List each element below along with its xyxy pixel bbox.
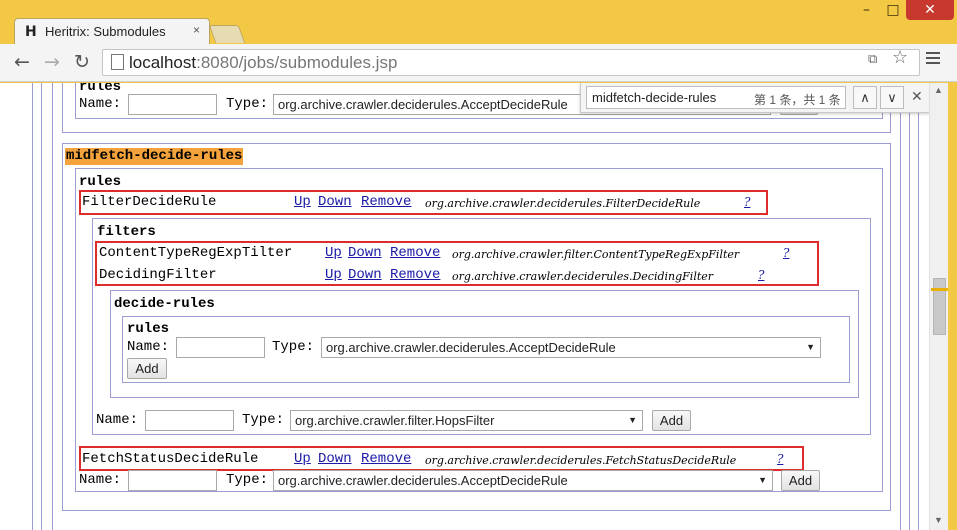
inner-rule-type-select[interactable]: org.archive.crawler.deciderules.AcceptDe… [321, 337, 821, 358]
highlight-box [95, 241, 819, 286]
vertical-scrollbar[interactable]: ▲ ▼ [929, 83, 948, 530]
find-close-icon[interactable]: ✕ [911, 88, 923, 105]
find-next-button[interactable]: ∨ [880, 86, 904, 109]
scroll-thumb[interactable] [933, 278, 946, 335]
browser-toolbar: ← → ↻ localhost:8080/jobs/submodules.jsp… [0, 44, 957, 82]
nest-line [909, 83, 910, 530]
inner-rule-add-button[interactable]: Add [127, 358, 167, 379]
page-viewport: rules Name: Type: org.archive.crawler.de… [0, 83, 957, 530]
find-bar: midfetch-decide-rules 第 1 条，共 1 条 ∧ ∨ ✕ [580, 83, 930, 113]
window-close-button[interactable]: ✕ [906, 0, 954, 20]
reload-icon[interactable]: ↻ [74, 51, 90, 73]
nest-line [41, 83, 42, 530]
find-result-marker [931, 288, 948, 291]
scroll-up-arrow-icon[interactable]: ▲ [934, 85, 943, 95]
title-bar: H Heritrix: Submodules × – □ ✕ [0, 0, 957, 44]
scroll-down-arrow-icon[interactable]: ▼ [934, 515, 943, 525]
rule-name-input[interactable] [128, 470, 217, 491]
nest-line [900, 83, 901, 530]
forward-arrow-icon[interactable]: → [44, 51, 60, 73]
heritrix-favicon-icon: H [25, 24, 37, 40]
name-label: Name: [79, 472, 122, 488]
address-bar[interactable]: localhost:8080/jobs/submodules.jsp [102, 49, 920, 76]
window-frame [948, 83, 957, 530]
type-label: Type: [242, 412, 285, 428]
filter-type-select[interactable]: org.archive.crawler.filter.HopsFilter [290, 410, 643, 431]
filter-name-input[interactable] [145, 410, 234, 431]
rules-heading: rules [79, 174, 122, 190]
highlight-box [79, 446, 804, 471]
decide-rules-heading: decide-rules [114, 296, 215, 312]
page-icon [111, 54, 124, 70]
filters-heading: filters [97, 224, 156, 240]
type-label: Type: [272, 339, 315, 355]
find-input[interactable]: midfetch-decide-rules 第 1 条，共 1 条 [586, 86, 846, 109]
inner-rules-heading: rules [127, 321, 170, 337]
find-previous-button[interactable]: ∧ [853, 86, 877, 109]
name-label: Name: [79, 96, 122, 112]
nest-line [52, 83, 53, 530]
maximize-button[interactable]: □ [880, 0, 906, 20]
midfetch-heading: midfetch-decide-rules [65, 148, 244, 165]
name-label: Name: [96, 412, 139, 428]
tab-title: Heritrix: Submodules [45, 24, 166, 39]
translate-icon[interactable]: ⧉ [868, 51, 877, 67]
rule-add-button[interactable]: Add [781, 470, 820, 491]
minimize-button[interactable]: – [853, 0, 880, 20]
previous-rules-heading: rules [79, 83, 122, 95]
find-match-count: 第 1 条，共 1 条 [754, 93, 841, 107]
tab-close-icon[interactable]: × [193, 23, 200, 37]
filter-add-button[interactable]: Add [652, 410, 691, 431]
highlight-box [79, 190, 768, 215]
previous-rule-name-input[interactable] [128, 94, 217, 115]
type-label: Type: [226, 472, 269, 488]
nest-line [32, 83, 33, 530]
find-query: midfetch-decide-rules [592, 90, 717, 105]
bookmark-star-icon[interactable]: ☆ [892, 47, 908, 68]
name-label: Name: [127, 339, 170, 355]
rule-type-select[interactable]: org.archive.crawler.deciderules.AcceptDe… [273, 470, 773, 491]
menu-icon[interactable] [926, 52, 940, 66]
inner-rule-name-input[interactable] [176, 337, 265, 358]
type-label: Type: [226, 96, 269, 112]
browser-tab[interactable]: H Heritrix: Submodules × [14, 18, 210, 44]
new-tab-button[interactable] [208, 25, 246, 43]
back-arrow-icon[interactable]: ← [14, 51, 30, 73]
url-text: localhost:8080/jobs/submodules.jsp [129, 53, 398, 72]
nest-line [918, 83, 919, 530]
